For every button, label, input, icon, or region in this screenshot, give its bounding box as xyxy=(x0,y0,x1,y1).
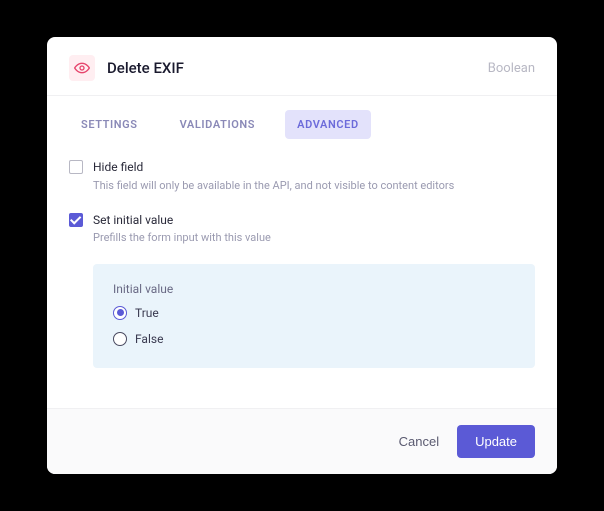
option-text: Hide field This field will only be avail… xyxy=(93,159,454,193)
modal-header: Delete EXIF Boolean xyxy=(47,37,557,96)
tab-validations[interactable]: VALIDATIONS xyxy=(168,110,268,139)
field-settings-modal: Delete EXIF Boolean SETTINGS VALIDATIONS… xyxy=(47,37,557,473)
eye-icon xyxy=(69,55,95,81)
header-left: Delete EXIF xyxy=(69,55,184,81)
radio-false-label: False xyxy=(135,332,163,346)
radio-true-row[interactable]: True xyxy=(113,306,515,320)
modal-footer: Cancel Update xyxy=(47,408,557,474)
tab-settings[interactable]: SETTINGS xyxy=(69,110,150,139)
initial-value-section-label: Initial value xyxy=(113,282,515,296)
radio-true-label: True xyxy=(135,306,159,320)
modal-body: Hide field This field will only be avail… xyxy=(47,139,557,407)
tab-advanced[interactable]: ADVANCED xyxy=(285,110,371,139)
initial-value-panel: Initial value True False xyxy=(93,264,535,368)
radio-false-row[interactable]: False xyxy=(113,332,515,346)
update-button[interactable]: Update xyxy=(457,425,535,458)
option-hide-field: Hide field This field will only be avail… xyxy=(69,159,535,193)
option-set-initial: Set initial value Prefills the form inpu… xyxy=(69,212,535,246)
hide-field-checkbox[interactable] xyxy=(69,160,83,174)
hide-field-label: Hide field xyxy=(93,159,454,176)
field-title: Delete EXIF xyxy=(107,59,184,77)
option-text: Set initial value Prefills the form inpu… xyxy=(93,212,271,246)
field-type-label: Boolean xyxy=(488,61,535,76)
set-initial-label: Set initial value xyxy=(93,212,271,229)
radio-false[interactable] xyxy=(113,332,127,346)
tabs: SETTINGS VALIDATIONS ADVANCED xyxy=(47,96,557,139)
cancel-button[interactable]: Cancel xyxy=(399,434,439,449)
hide-field-description: This field will only be available in the… xyxy=(93,178,454,193)
radio-true[interactable] xyxy=(113,306,127,320)
set-initial-checkbox[interactable] xyxy=(69,213,83,227)
set-initial-description: Prefills the form input with this value xyxy=(93,230,271,245)
